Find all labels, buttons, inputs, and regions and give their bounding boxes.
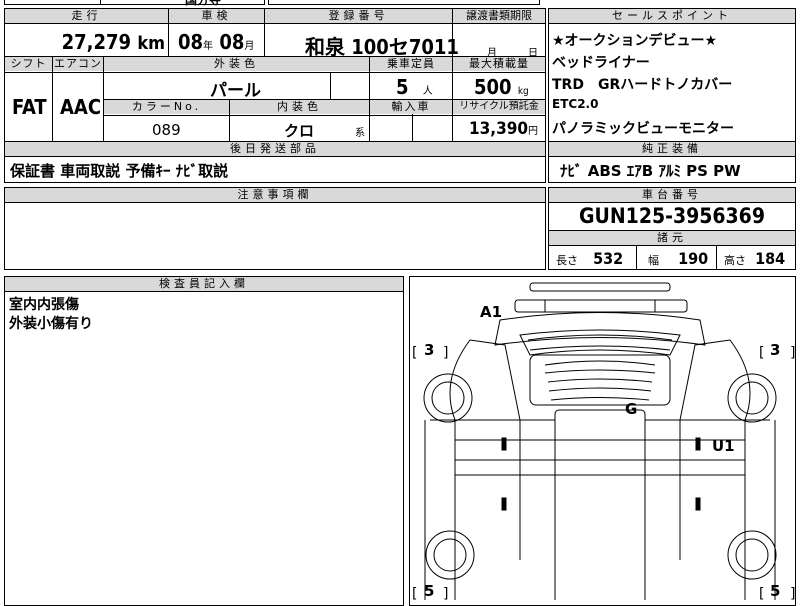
svg-text:]: ] [790, 586, 795, 600]
svg-text:[: [ [412, 345, 417, 361]
wheel-rear-right [727, 530, 777, 580]
tire-left-top: 3 [424, 341, 435, 359]
damage-mark-u1: U1 [712, 437, 735, 455]
wheel-front-left [423, 373, 473, 423]
car-diagram: [ ] [ ] [ ] [ ] [412, 282, 795, 600]
svg-text:[: [ [412, 586, 417, 600]
svg-text:]: ] [443, 586, 448, 600]
damage-mark-a1: A1 [480, 303, 503, 321]
wheel-front-right [727, 373, 777, 423]
svg-text:[: [ [759, 586, 764, 600]
car-rear-bumper [529, 282, 671, 292]
tire-right-top: 3 [770, 341, 781, 359]
tire-right-bottom: 5 [770, 582, 781, 600]
svg-text:]: ] [443, 345, 448, 361]
car-body-outline [494, 312, 706, 346]
damage-mark-g: G [625, 400, 638, 418]
wheel-rear-left [425, 530, 475, 580]
svg-text:]: ] [790, 345, 795, 361]
svg-text:[: [ [759, 345, 764, 361]
tire-left-bottom: 5 [424, 582, 435, 600]
